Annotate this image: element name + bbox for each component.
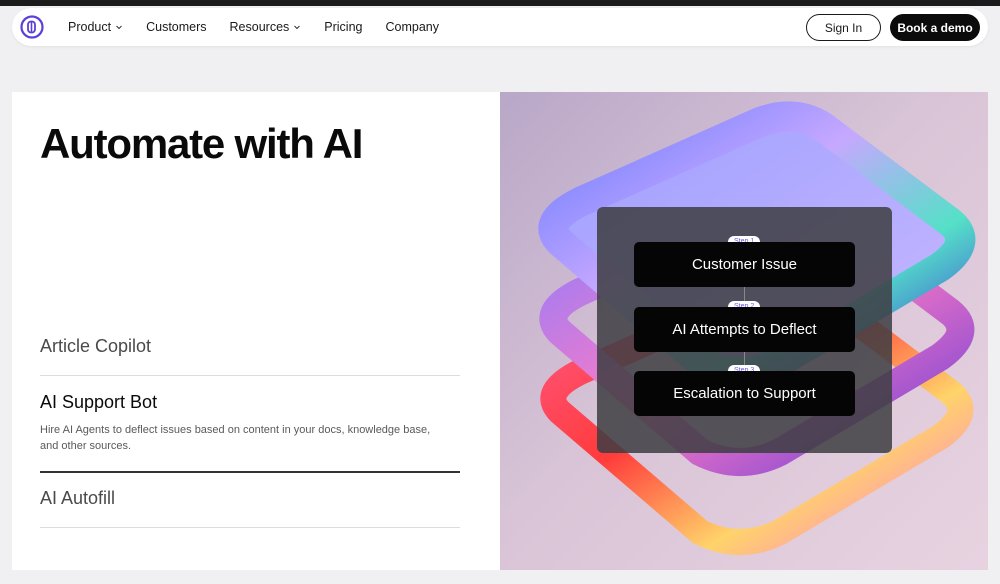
step-box-escalation: Escalation to Support [634, 371, 855, 416]
nav-links: Product Customers Resources Pricing Comp… [68, 8, 462, 46]
feature-description: Hire AI Agents to deflect issues based o… [40, 424, 431, 452]
step-box-ai-deflect: AI Attempts to Deflect [634, 307, 855, 352]
page-title: Automate with AI [40, 120, 363, 167]
sign-in-button[interactable]: Sign In [806, 14, 881, 41]
feature-title: AI Support Bot [40, 392, 158, 412]
logo-icon[interactable] [20, 15, 44, 39]
nav-item-customers[interactable]: Customers [146, 20, 206, 34]
chevron-down-icon [294, 25, 301, 30]
nav-item-label: Customers [146, 20, 207, 34]
nav-item-label: Product [68, 20, 112, 34]
nav-item-label: Company [385, 20, 440, 34]
nav-item-pricing[interactable]: Pricing [324, 20, 362, 34]
feature-title: AI Autofill [40, 488, 116, 508]
features-panel: Automate with AI Article Copilot AI Supp… [12, 92, 500, 570]
active-divider [40, 471, 460, 473]
nav-item-company[interactable]: Company [386, 20, 440, 34]
feature-article-copilot[interactable]: Article Copilot [40, 336, 460, 357]
feature-title: Article Copilot [40, 336, 152, 356]
nav-item-label: Resources [229, 20, 290, 34]
divider [40, 375, 460, 376]
nav-item-resources[interactable]: Resources [230, 20, 302, 34]
workflow-card: Step 1 Customer Issue Step 2 AI Attempts… [597, 207, 892, 453]
top-strip [0, 0, 1000, 6]
divider [40, 527, 460, 528]
feature-ai-support-bot[interactable]: AI Support Bot Hire AI Agents to deflect… [40, 392, 460, 454]
top-navbar: Product Customers Resources Pricing Comp… [12, 8, 988, 46]
hero-illustration: Step 1 Customer Issue Step 2 AI Attempts… [500, 92, 988, 570]
chevron-down-icon [116, 25, 122, 30]
step-box-customer-issue: Customer Issue [634, 242, 855, 287]
book-demo-button[interactable]: Book a demo [890, 14, 980, 41]
nav-item-label: Pricing [324, 20, 363, 34]
nav-item-product[interactable]: Product [68, 20, 123, 34]
feature-ai-autofill[interactable]: AI Autofill [40, 488, 460, 509]
